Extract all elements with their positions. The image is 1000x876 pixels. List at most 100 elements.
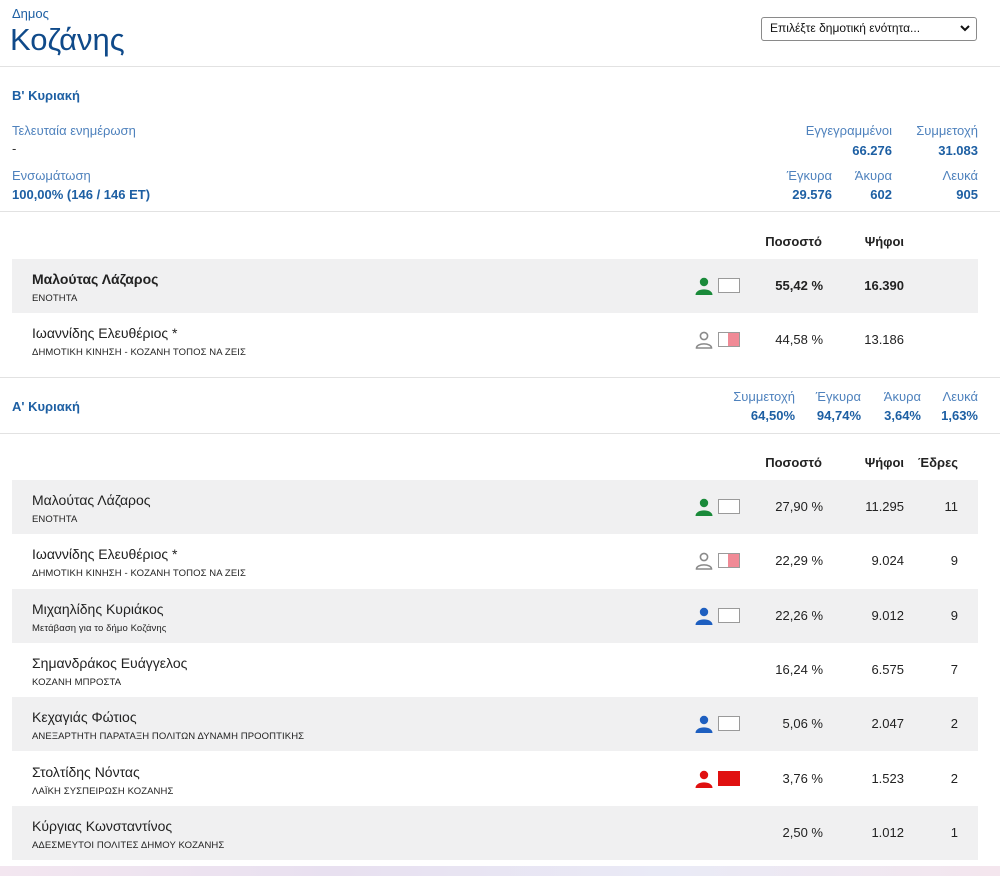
candidate-party: ΛΑΪΚΗ ΣΥΣΠΕΙΡΩΣΗ ΚΟΖΑΝΗΣ [32,785,174,797]
candidate-name: Ιωαννίδης Ελευθέριος * [32,546,178,563]
last-update-value: - [12,141,17,156]
round1-invalid-label: Άκυρα [883,389,921,404]
divider [0,433,1000,434]
candidate-votes: 9.012 [871,607,904,623]
candidate-party: ΕΝΟΤΗΤΑ [32,293,78,304]
candidate-row: Σημανδράκος Ευάγγελος ΚΟΖΑΝΗ ΜΠΡΟΣΤΑ 16,24… [12,643,978,697]
candidate-seats: 7 [950,661,958,677]
chevron-down-icon [960,25,970,32]
candidate-name: Μιχαηλίδης Κυριάκος [32,600,164,617]
candidate-seats: 9 [950,553,958,569]
integration-value: 100,00% (146 / 146 ΕΤ) [12,187,151,202]
round1-blank-label: Λευκά [942,389,978,404]
round1-col-seats: Έδρες [918,455,958,470]
candidate-percentage: 16,24 % [775,661,823,677]
registered-value: 66.276 [852,143,892,158]
candidate-name: Μαλούτας Λάζαρος [32,492,151,508]
person-icon [694,607,714,625]
candidate-party: ΑΝΕΞΑΡΤΗΤΗ ΠΑΡΑΤΑΞΗ ΠΟΛΙΤΩΝ ΔΥΝΑΜΗ ΠΡΟΟΠ… [32,731,305,743]
invalid-label: Άκυρα [854,168,892,183]
last-update-label: Τελευταία ενημέρωση [12,123,136,138]
candidate-row: Ιωαννίδης Ελευθέριος * ΔΗΜΟΤΙΚΗ ΚΙΝΗΣΗ - … [12,534,978,588]
candidate-party: Μετάβαση για το δήμο Κοζάνης [32,622,167,634]
blank-label: Λευκά [942,168,978,183]
candidate-percentage: 55,42 % [775,278,823,293]
candidate-percentage: 22,26 % [775,607,823,623]
person-icon [694,715,714,734]
candidate-row: Ιωαννίδης Ελευθέριος * ΔΗΜΟΤΙΚΗ ΚΙΝΗΣΗ - … [12,313,978,367]
candidate-party: ΔΗΜΟΤΙΚΗ ΚΙΝΗΣΗ - ΚΟΖΑΝΗ ΤΟΠΟΣ ΝΑ ΖΕΙΣ [32,568,246,580]
candidate-name: Κύργιας Κωνσταντίνος [32,817,173,834]
registered-label: Εγγεγραμμένοι [805,123,892,138]
round1-col-pct: Ποσοστό [765,455,822,470]
person-icon [694,770,714,788]
integration-label: Ενσωμάτωση [12,168,91,183]
candidate-party: ΚΟΖΑΝΗ ΜΠΡΟΣΤΑ [32,676,122,688]
candidate-party: ΕΝΟΤΗΤΑ [32,514,78,525]
candidate-row: Στολτίδης Νόντας ΛΑΪΚΗ ΣΥΣΠΕΙΡΩΣΗ ΚΟΖΑΝΗΣ… [12,752,978,806]
party-color-swatch [718,607,740,623]
person-icon [694,277,714,295]
candidate-percentage: 22,29 % [775,553,823,569]
candidate-seats: 2 [950,716,958,732]
round1-col-votes: Ψήφοι [864,455,904,470]
candidate-name: Σημανδράκος Ευάγγελος [32,654,188,671]
round2-title: Β' Κυριακή [12,88,80,103]
page-title: Κοζάνης [10,22,125,57]
blank-value: 905 [956,187,978,202]
party-color-swatch [718,278,740,293]
page-header: Δημος Κοζάνης Επιλέξτε δημοτική ενότητα.… [0,0,1000,67]
person-outline-icon [694,552,714,571]
divider [0,377,1000,378]
candidate-seats: 2 [950,770,958,786]
candidate-seats: 11 [944,499,959,514]
valid-value: 29.576 [792,187,832,202]
candidate-name: Ιωαννίδης Ελευθέριος * [32,325,178,342]
candidate-votes: 16.390 [864,278,904,293]
party-color-swatch [718,332,740,348]
valid-label: Έγκυρα [786,168,832,183]
candidate-percentage: 27,90 % [775,499,823,514]
candidate-party: ΑΔΕΣΜΕΥΤΟΙ ΠΟΛΙΤΕΣ ΔΗΜΟΥ ΚΟΖΑΝΗΣ [32,839,225,851]
candidate-row: Κεχαγιάς Φώτιος ΑΝΕΞΑΡΤΗΤΗ ΠΑΡΑΤΑΞΗ ΠΟΛΙΤ… [12,697,978,752]
round1-turnout-label: Συμμετοχή [733,389,795,404]
candidate-row: Μιχαηλίδης Κυριάκος Μετάβαση για το δήμο … [12,588,978,643]
party-color-swatch [718,716,740,732]
divider [0,211,1000,212]
candidate-votes: 2.047 [871,716,904,732]
municipal-unit-select-value: Επιλέξτε δημοτική ενότητα... [770,21,921,35]
window-bottom-edge [0,866,1000,876]
turnout-label: Συμμετοχή [916,123,978,138]
candidate-seats: 9 [950,607,958,623]
candidate-seats: 1 [950,824,958,840]
round2-col-pct: Ποσοστό [765,234,822,249]
candidate-percentage: 2,50 % [782,824,823,840]
person-outline-icon [694,331,714,350]
candidate-votes: 1.523 [871,770,904,786]
candidate-name: Κεχαγιάς Φώτιος [32,709,137,726]
candidate-row: Κύργιας Κωνσταντίνος ΑΔΕΣΜΕΥΤΟΙ ΠΟΛΙΤΕΣ Δ… [12,805,978,860]
round2-col-votes: Ψήφοι [864,234,904,249]
candidate-votes: 11.295 [865,499,904,514]
candidate-percentage: 3,76 % [782,770,823,786]
round1-valid-value: 94,74% [816,408,861,423]
party-color-swatch [718,770,740,786]
candidate-row: Μαλούτας Λάζαρος ΕΝΟΤΗΤΑ 55,42 % 16.390 [12,259,978,313]
round1-title: Α' Κυριακή [12,399,80,414]
person-icon [694,498,714,516]
candidate-row: Μαλούτας Λάζαρος ΕΝΟΤΗΤΑ 27,90 % 11.295 11 [12,480,978,534]
invalid-value: 602 [870,187,892,202]
candidate-votes: 6.575 [871,661,904,677]
candidate-votes: 9.024 [871,553,904,569]
candidate-votes: 1.012 [871,824,904,840]
party-color-swatch [718,499,740,514]
candidate-name: Μαλούτας Λάζαρος [32,271,159,287]
round1-turnout-value: 64,50% [750,408,795,423]
round1-invalid-value: 3,64% [884,408,921,423]
candidate-percentage: 44,58 % [775,332,823,348]
candidate-votes: 13.186 [864,332,904,348]
municipal-unit-select[interactable]: Επιλέξτε δημοτική ενότητα... [761,17,977,41]
candidate-party: ΔΗΜΟΤΙΚΗ ΚΙΝΗΣΗ - ΚΟΖΑΝΗ ΤΟΠΟΣ ΝΑ ΖΕΙΣ [32,347,246,359]
candidate-percentage: 5,06 % [782,716,823,732]
party-color-swatch [718,553,740,569]
